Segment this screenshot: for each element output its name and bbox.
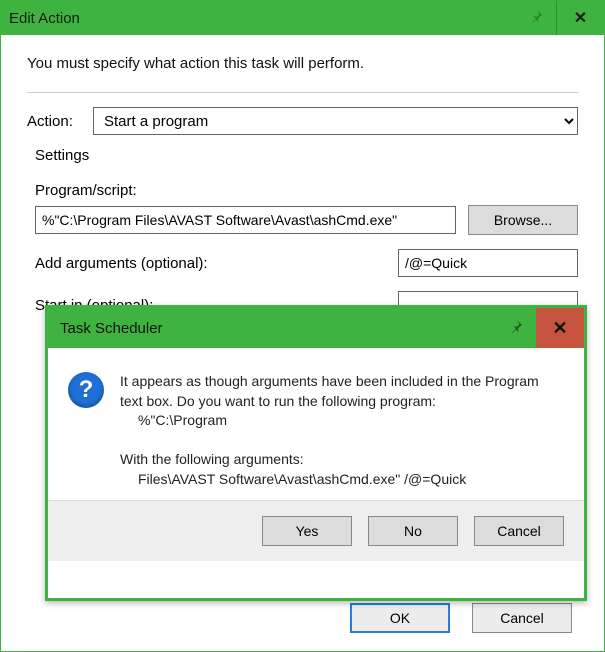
msg-args: Files\AVAST Software\Avast\ashCmd.exe" /… bbox=[138, 470, 564, 490]
ok-button[interactable]: OK bbox=[350, 603, 450, 633]
close-button[interactable]: ✕ bbox=[556, 1, 604, 35]
action-row: Action: Start a program bbox=[27, 107, 578, 135]
edit-action-titlebar[interactable]: Edit Action ✕ bbox=[1, 1, 604, 35]
arguments-row: Add arguments (optional): bbox=[35, 249, 578, 277]
program-block: Program/script: Browse... bbox=[35, 182, 578, 235]
question-icon: ? bbox=[68, 372, 104, 408]
yes-button[interactable]: Yes bbox=[262, 516, 352, 546]
settings-header: Settings bbox=[35, 147, 578, 164]
msg-program: %"C:\Program bbox=[138, 411, 564, 431]
task-scheduler-title: Task Scheduler bbox=[60, 320, 163, 337]
arguments-label: Add arguments (optional): bbox=[35, 255, 208, 272]
arguments-input[interactable] bbox=[398, 249, 578, 277]
edit-action-footer: OK Cancel bbox=[350, 603, 572, 633]
dialog-cancel-button[interactable]: Cancel bbox=[474, 516, 564, 546]
divider bbox=[27, 92, 578, 93]
program-input[interactable] bbox=[35, 206, 456, 234]
task-scheduler-footer: Yes No Cancel bbox=[48, 501, 584, 561]
msg-line1: It appears as though arguments have been… bbox=[120, 372, 564, 411]
edit-action-window: Edit Action ✕ You must specify what acti… bbox=[0, 0, 605, 652]
action-select[interactable]: Start a program bbox=[93, 107, 578, 135]
task-scheduler-body: ? It appears as though arguments have be… bbox=[48, 348, 584, 500]
no-button[interactable]: No bbox=[368, 516, 458, 546]
cancel-button[interactable]: Cancel bbox=[472, 603, 572, 633]
pin-icon[interactable] bbox=[496, 319, 536, 337]
edit-action-title: Edit Action bbox=[9, 10, 80, 27]
instruction-text: You must specify what action this task w… bbox=[27, 55, 578, 72]
pin-icon[interactable] bbox=[516, 9, 556, 27]
browse-button[interactable]: Browse... bbox=[468, 205, 578, 235]
close-button[interactable]: ✕ bbox=[536, 308, 584, 348]
task-scheduler-dialog: Task Scheduler ✕ ? It appears as though … bbox=[45, 305, 587, 601]
task-scheduler-titlebar[interactable]: Task Scheduler ✕ bbox=[48, 308, 584, 348]
dialog-message: It appears as though arguments have been… bbox=[120, 372, 564, 490]
msg-line2: With the following arguments: bbox=[120, 450, 564, 470]
action-label: Action: bbox=[27, 113, 83, 130]
program-label: Program/script: bbox=[35, 182, 578, 199]
